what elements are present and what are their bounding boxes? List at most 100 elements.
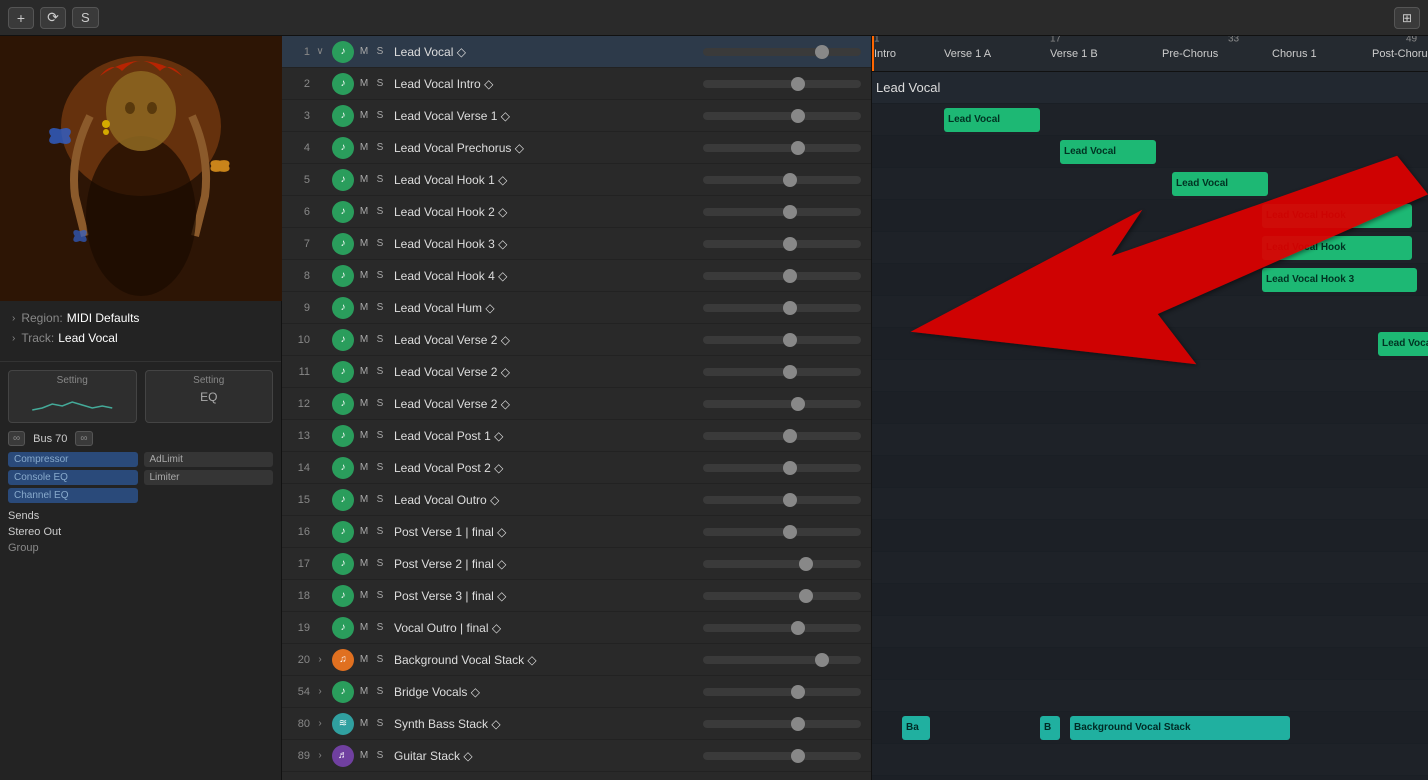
track-fader-knob[interactable] <box>783 269 797 283</box>
timeline-region[interactable]: Background Vocal Stack <box>1070 716 1290 740</box>
track-solo[interactable]: S <box>372 78 388 89</box>
track-mute[interactable]: M <box>356 398 372 409</box>
track-fader[interactable] <box>697 112 867 120</box>
track-solo[interactable]: S <box>372 622 388 633</box>
track-fader[interactable] <box>697 240 867 248</box>
track-mute[interactable]: M <box>356 462 372 473</box>
timeline-track-row[interactable] <box>872 552 1428 584</box>
track-fader[interactable] <box>697 144 867 152</box>
track-fader-knob[interactable] <box>783 301 797 315</box>
track-fader[interactable] <box>697 208 867 216</box>
track-expand[interactable]: ∨ <box>310 46 330 57</box>
timeline-region[interactable]: Lead Vocal <box>944 108 1040 132</box>
track-fader[interactable] <box>697 528 867 536</box>
track-fader-knob[interactable] <box>815 653 829 667</box>
track-fader[interactable] <box>697 592 867 600</box>
track-fader[interactable] <box>697 272 867 280</box>
track-solo[interactable]: S <box>372 750 388 761</box>
track-fader[interactable] <box>697 624 867 632</box>
track-mute[interactable]: M <box>356 334 372 345</box>
track-fader-knob[interactable] <box>791 77 805 91</box>
track-mute[interactable]: M <box>356 302 372 313</box>
timeline-track-row[interactable]: Lead Vocal Hu <box>872 328 1428 360</box>
compressor-button[interactable]: Compressor <box>8 452 138 467</box>
timeline-region[interactable]: Lead Vocal Hook <box>1262 204 1412 228</box>
track-chevron[interactable]: › <box>12 333 15 344</box>
track-fader[interactable] <box>697 368 867 376</box>
track-fader-knob[interactable] <box>791 397 805 411</box>
track-mute[interactable]: M <box>356 110 372 121</box>
track-row[interactable]: 12 ♪ M S Lead Vocal Verse 2 ◇ <box>282 388 871 420</box>
track-row[interactable]: 13 ♪ M S Lead Vocal Post 1 ◇ <box>282 420 871 452</box>
track-fader[interactable] <box>697 496 867 504</box>
channel-eq-button[interactable]: Channel EQ <box>8 488 138 503</box>
track-mute[interactable]: M <box>356 270 372 281</box>
timeline-track-row[interactable] <box>872 744 1428 776</box>
track-fader-knob[interactable] <box>799 557 813 571</box>
track-row[interactable]: 10 ♪ M S Lead Vocal Verse 2 ◇ <box>282 324 871 356</box>
track-row[interactable]: 17 ♪ M S Post Verse 2 | final ◇ <box>282 548 871 580</box>
loop-button[interactable]: ⟳ <box>40 7 66 29</box>
timeline-region[interactable]: B <box>1040 716 1060 740</box>
track-solo[interactable]: S <box>372 462 388 473</box>
timeline-track-row[interactable] <box>872 648 1428 680</box>
timeline-track-row[interactable]: Lead Vocal Hook <box>872 200 1428 232</box>
track-fader[interactable] <box>697 80 867 88</box>
track-mute[interactable]: M <box>356 366 372 377</box>
track-solo[interactable]: S <box>372 270 388 281</box>
track-row[interactable]: 19 ♪ M S Vocal Outro | final ◇ <box>282 612 871 644</box>
track-fader[interactable] <box>697 656 867 664</box>
timeline-region[interactable]: Lead Vocal Hook 3 <box>1262 268 1417 292</box>
display-button[interactable]: ⊞ <box>1394 7 1420 29</box>
timeline-track-row[interactable] <box>872 616 1428 648</box>
track-fader[interactable] <box>697 464 867 472</box>
track-solo[interactable]: S <box>372 526 388 537</box>
track-mute[interactable]: M <box>356 654 372 665</box>
track-solo[interactable]: S <box>372 206 388 217</box>
track-solo[interactable]: S <box>372 302 388 313</box>
track-fader-knob[interactable] <box>783 525 797 539</box>
track-row[interactable]: 15 ♪ M S Lead Vocal Outro ◇ <box>282 484 871 516</box>
timeline-track-row[interactable]: Sub PhattySynth Bass Stack <box>872 776 1428 780</box>
timeline-track-row[interactable]: BaBBackground Vocal StackB <box>872 712 1428 744</box>
console-eq-button[interactable]: Console EQ <box>8 470 138 485</box>
limiter-button[interactable]: Limiter <box>144 470 274 485</box>
track-fader[interactable] <box>697 688 867 696</box>
track-solo[interactable]: S <box>372 398 388 409</box>
track-row[interactable]: 11 ♪ M S Lead Vocal Verse 2 ◇ <box>282 356 871 388</box>
track-row[interactable]: 14 ♪ M S Lead Vocal Post 2 ◇ <box>282 452 871 484</box>
timeline-track-row[interactable]: Lead Vocal <box>872 136 1428 168</box>
add-button[interactable]: + <box>8 7 34 29</box>
track-fader-knob[interactable] <box>815 45 829 59</box>
track-fader[interactable] <box>697 176 867 184</box>
track-solo[interactable]: S <box>372 686 388 697</box>
track-mute[interactable]: M <box>356 750 372 761</box>
track-mute[interactable]: M <box>356 46 372 57</box>
track-row[interactable]: 7 ♪ M S Lead Vocal Hook 3 ◇ <box>282 228 871 260</box>
track-fader-knob[interactable] <box>783 429 797 443</box>
track-mute[interactable]: M <box>356 494 372 505</box>
track-row[interactable]: 80 › ≋ M S Synth Bass Stack ◇ <box>282 708 871 740</box>
track-row[interactable]: 54 › ♪ M S Bridge Vocals ◇ <box>282 676 871 708</box>
track-row[interactable]: 4 ♪ M S Lead Vocal Prechorus ◇ <box>282 132 871 164</box>
timeline-track-row[interactable] <box>872 296 1428 328</box>
track-row[interactable]: 89 › ♬ M S Guitar Stack ◇ <box>282 740 871 772</box>
track-expand[interactable]: › <box>310 654 330 665</box>
region-chevron[interactable]: › <box>12 313 15 324</box>
track-solo[interactable]: S <box>372 718 388 729</box>
track-fader[interactable] <box>697 560 867 568</box>
track-solo[interactable]: S <box>372 590 388 601</box>
track-row[interactable]: 6 ♪ M S Lead Vocal Hook 2 ◇ <box>282 196 871 228</box>
track-solo[interactable]: S <box>372 174 388 185</box>
track-mute[interactable]: M <box>356 526 372 537</box>
track-row[interactable]: 8 ♪ M S Lead Vocal Hook 4 ◇ <box>282 260 871 292</box>
track-solo[interactable]: S <box>372 366 388 377</box>
track-fader-knob[interactable] <box>791 141 805 155</box>
timeline-region[interactable]: Lead Vocal Hook <box>1262 236 1412 260</box>
track-row[interactable]: 18 ♪ M S Post Verse 3 | final ◇ <box>282 580 871 612</box>
track-mute[interactable]: M <box>356 686 372 697</box>
track-mute[interactable]: M <box>356 590 372 601</box>
track-fader-knob[interactable] <box>783 333 797 347</box>
track-solo[interactable]: S <box>372 558 388 569</box>
timeline-region[interactable]: Lead Vocal Hu <box>1378 332 1428 356</box>
